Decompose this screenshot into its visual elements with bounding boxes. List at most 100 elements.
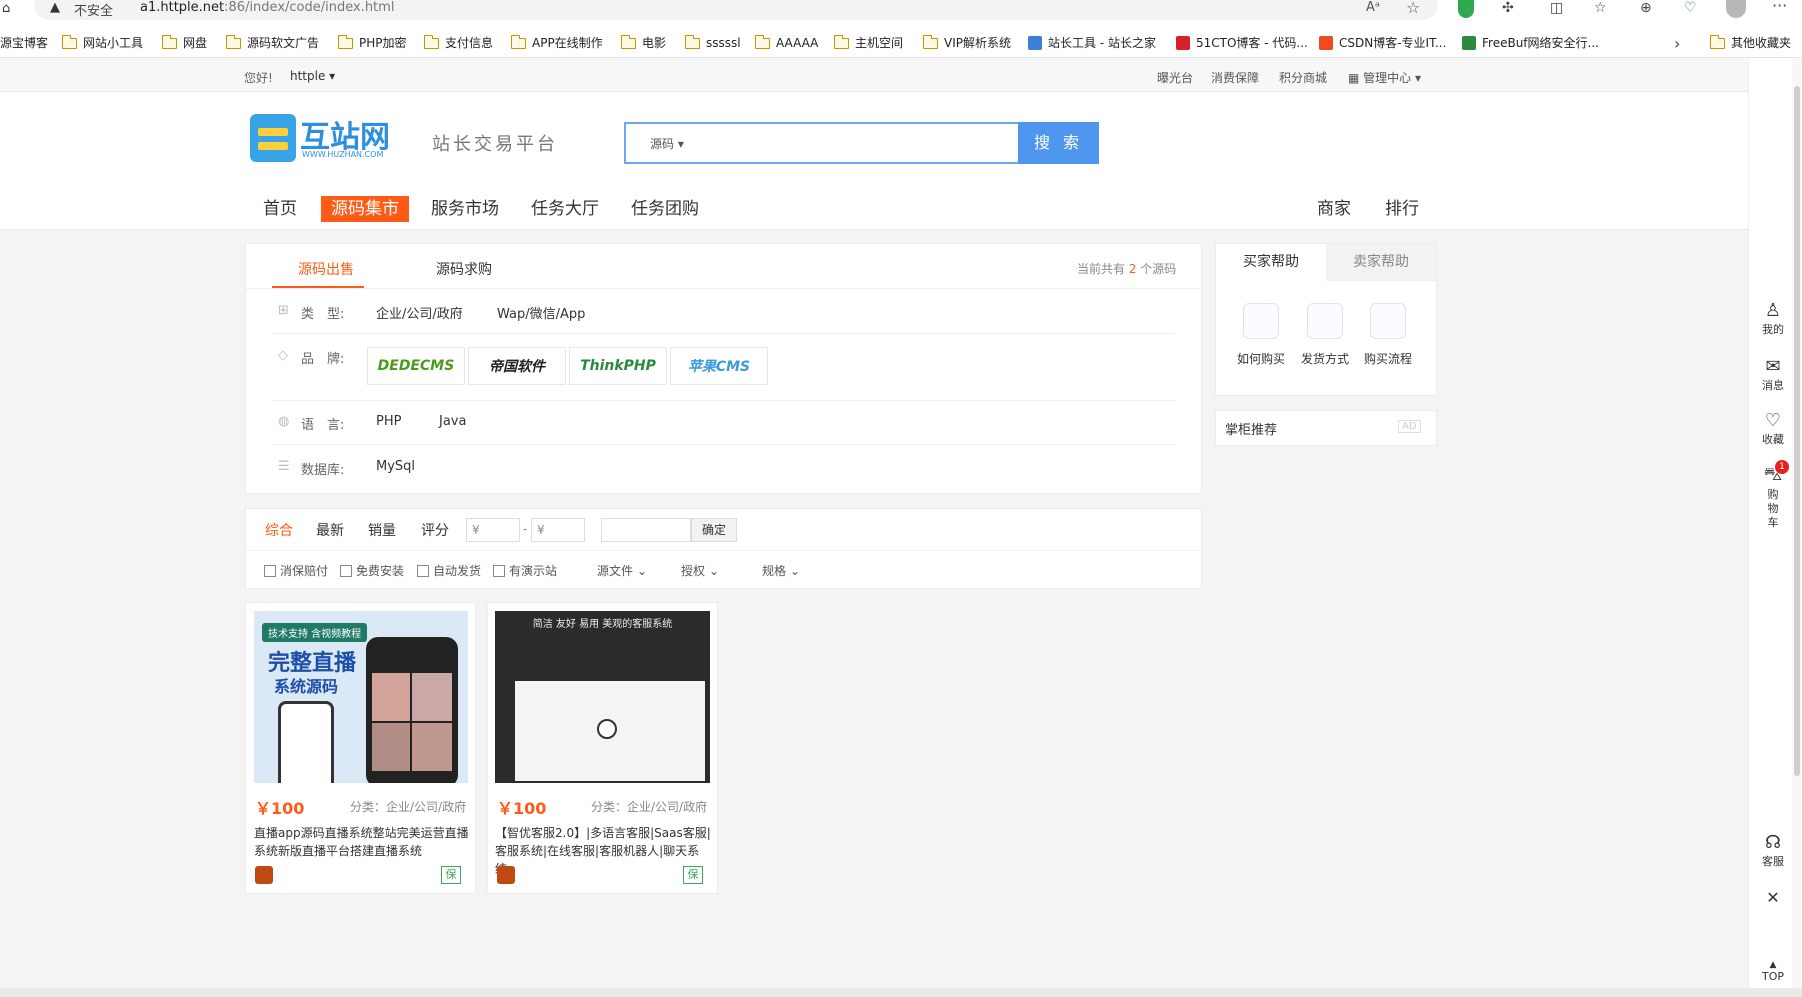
tab-source-sale[interactable]: 源码出售 bbox=[298, 259, 354, 279]
product-image[interactable]: 技术支持 含视频教程 完整直播 系统源码 bbox=[254, 611, 468, 783]
collections-icon[interactable]: ⊕ bbox=[1640, 0, 1652, 16]
performance-icon[interactable]: ♡ bbox=[1684, 0, 1697, 16]
price-confirm-button[interactable]: 确定 bbox=[691, 518, 737, 542]
read-aloud-icon[interactable]: Aᵃ bbox=[1366, 0, 1380, 15]
url-field[interactable]: ▲ 不安全 a1.httple.net:86/index/code/index.… bbox=[34, 0, 1438, 20]
brand-diguo[interactable]: 帝国软件 bbox=[468, 347, 566, 385]
close-icon[interactable]: ✕ bbox=[1752, 888, 1794, 907]
bookmark-item[interactable]: 51CTO博客 - 代码... bbox=[1176, 32, 1308, 54]
bookmark-item[interactable]: 源宝博客 bbox=[0, 32, 48, 54]
dropdown-source-file[interactable]: 源文件 ⌄ bbox=[597, 562, 647, 579]
database-option[interactable]: MySql bbox=[376, 459, 415, 474]
type-option[interactable]: 企业/公司/政府 bbox=[376, 303, 463, 322]
split-icon[interactable]: ◫ bbox=[1550, 0, 1563, 16]
points-mall-link[interactable]: 积分商城 bbox=[1279, 69, 1327, 86]
exposure-link[interactable]: 曝光台 bbox=[1157, 69, 1193, 86]
sidebar-item-service[interactable]: ☊ 客服 bbox=[1752, 832, 1794, 869]
nav-task-hall[interactable]: 任务大厅 bbox=[531, 196, 599, 222]
back-to-top-button[interactable]: ▲ TOP bbox=[1752, 960, 1794, 983]
sort-sales[interactable]: 销量 bbox=[368, 520, 396, 540]
tab-buyer-help[interactable]: 买家帮助 bbox=[1216, 244, 1326, 281]
how-to-buy-link[interactable]: 如何购买 bbox=[1231, 350, 1291, 367]
more-icon[interactable]: ··· bbox=[1772, 0, 1787, 15]
purchase-flow-link[interactable]: 购买流程 bbox=[1358, 350, 1418, 367]
shield-icon[interactable] bbox=[1458, 0, 1474, 18]
shop-avatar[interactable] bbox=[497, 866, 515, 884]
bookmark-item[interactable]: AAAAA bbox=[754, 32, 818, 54]
brand-dedecms[interactable]: DEDECMS bbox=[367, 347, 465, 385]
bookmark-item[interactable]: sssssl bbox=[684, 32, 741, 54]
shop-avatar[interactable] bbox=[255, 866, 273, 884]
bookmark-item[interactable]: APP在线制作 bbox=[510, 32, 603, 54]
dropdown-license[interactable]: 授权 ⌄ bbox=[681, 562, 719, 579]
type-option[interactable]: Wap/微信/App bbox=[497, 303, 585, 322]
product-title[interactable]: 直播app源码直播系统整站完美运营直播系统新版直播平台搭建直播系统 bbox=[254, 824, 470, 860]
user-menu[interactable]: httple ▾ bbox=[290, 69, 335, 83]
language-option[interactable]: Java bbox=[439, 414, 466, 429]
product-title[interactable]: 【智优客服2.0】|多语言客服|Saas客服|客服系统|在线客服|客服机器人|聊… bbox=[495, 824, 711, 878]
nav-ranking[interactable]: 排行 bbox=[1385, 196, 1419, 222]
site-logo[interactable]: 互站网 WWW.HUZHAN.COM bbox=[250, 110, 400, 168]
bookmark-item[interactable]: VIP解析系统 bbox=[922, 32, 1011, 54]
bookmark-item[interactable]: 站长工具 - 站长之家 bbox=[1028, 32, 1156, 54]
sort-newest[interactable]: 最新 bbox=[316, 520, 344, 540]
tab-source-request[interactable]: 源码求购 bbox=[436, 259, 492, 279]
language-option[interactable]: PHP bbox=[376, 414, 401, 429]
sort-rating[interactable]: 评分 bbox=[421, 520, 449, 540]
nav-home[interactable]: 首页 bbox=[263, 196, 297, 222]
tab-seller-help[interactable]: 卖家帮助 bbox=[1326, 244, 1436, 281]
bookmark-item[interactable]: 网站小工具 bbox=[61, 32, 143, 54]
sort-overall[interactable]: 综合 bbox=[265, 520, 293, 540]
checkbox-box[interactable] bbox=[417, 564, 429, 577]
bookmark-item[interactable]: 电影 bbox=[620, 32, 666, 54]
product-image[interactable]: 简洁 友好 易用 美观的客服系统 bbox=[495, 611, 710, 783]
bookmark-item[interactable]: CSDN博客-专业IT... bbox=[1319, 32, 1446, 54]
horizontal-scrollbar[interactable] bbox=[0, 988, 1802, 997]
keyword-filter-input[interactable] bbox=[601, 518, 691, 542]
bookmark-item[interactable]: FreeBuf网络安全行... bbox=[1462, 32, 1599, 54]
sidebar-item-mine[interactable]: ♙ 我的 bbox=[1752, 300, 1794, 337]
sidebar-item-favorites[interactable]: ♡ 收藏 bbox=[1752, 410, 1794, 447]
scrollbar-thumb[interactable] bbox=[1794, 86, 1800, 776]
home-icon[interactable]: ⌂ bbox=[2, 1, 10, 16]
search-input[interactable] bbox=[706, 126, 1006, 160]
flow-icon[interactable] bbox=[1370, 303, 1406, 339]
bookmark-item[interactable]: 支付信息 bbox=[423, 32, 493, 54]
bag-icon[interactable] bbox=[1243, 303, 1279, 339]
search-button[interactable]: 搜 索 bbox=[1018, 122, 1099, 164]
nav-service-market[interactable]: 服务市场 bbox=[431, 196, 499, 222]
checkbox-box[interactable] bbox=[493, 564, 505, 577]
admin-center-link[interactable]: ▦ 管理中心 ▾ bbox=[1348, 69, 1421, 86]
checkbox-free-install[interactable]: 免费安装 bbox=[340, 562, 404, 579]
delivery-method-link[interactable]: 发货方式 bbox=[1295, 350, 1355, 367]
nav-source-market[interactable]: 源码集市 bbox=[321, 196, 409, 222]
brand-thinkphp[interactable]: ThinkPHP bbox=[569, 347, 667, 385]
avatar[interactable] bbox=[1726, 0, 1746, 18]
sidebar-item-cart[interactable]: ⛍ 购物车 bbox=[1752, 464, 1794, 530]
bookmark-item[interactable]: 其他收藏夹 bbox=[1709, 32, 1791, 54]
checkbox-demo-site[interactable]: 有演示站 bbox=[493, 562, 557, 579]
price-min-input[interactable]: ¥ bbox=[466, 518, 520, 542]
favorites-icon[interactable]: ☆ bbox=[1594, 0, 1607, 16]
extension-icon[interactable]: ✣ bbox=[1502, 0, 1514, 16]
brand-applecms[interactable]: 苹果CMS bbox=[670, 347, 768, 385]
guarantee-link[interactable]: 消费保障 bbox=[1211, 69, 1259, 86]
sidebar-item-messages[interactable]: ✉ 消息 bbox=[1752, 356, 1794, 393]
box-icon[interactable] bbox=[1307, 303, 1343, 339]
chevron-right-icon[interactable]: › bbox=[1674, 34, 1680, 53]
bookmark-item[interactable]: 网盘 bbox=[161, 32, 207, 54]
checkbox-box[interactable] bbox=[340, 564, 352, 577]
nav-merchants[interactable]: 商家 bbox=[1317, 196, 1351, 222]
checkbox-auto-ship[interactable]: 自动发货 bbox=[417, 562, 481, 579]
bookmark-item[interactable]: PHP加密 bbox=[337, 32, 407, 54]
search-type-select[interactable]: 源码 ▾ bbox=[650, 135, 684, 152]
checkbox-box[interactable] bbox=[264, 564, 276, 577]
nav-group-buy[interactable]: 任务团购 bbox=[631, 196, 699, 222]
star-icon[interactable]: ☆ bbox=[1406, 0, 1420, 17]
bookmark-item[interactable]: 主机空间 bbox=[833, 32, 903, 54]
dropdown-spec[interactable]: 规格 ⌄ bbox=[762, 562, 800, 579]
bookmark-item[interactable]: 源码软文广告 bbox=[225, 32, 319, 54]
checkbox-guarantee[interactable]: 消保赔付 bbox=[264, 562, 328, 579]
price-max-input[interactable]: ¥ bbox=[531, 518, 585, 542]
database-icon: ☰ bbox=[278, 459, 290, 474]
